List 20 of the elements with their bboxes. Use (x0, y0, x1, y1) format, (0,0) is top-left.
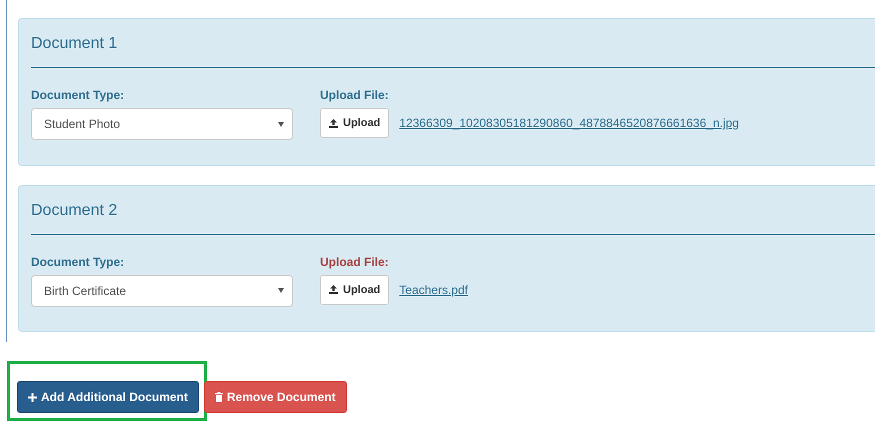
add-document-button[interactable]: Add Additional Document (17, 381, 199, 413)
upload-icon (329, 285, 338, 294)
field-label: Document Type: (31, 88, 126, 102)
file-link[interactable]: 12366309_10208305181290860_4878846520876661636_n.jpg (399, 116, 739, 130)
field-label: Upload File: (320, 88, 390, 102)
panel-title: Document 2 (31, 202, 875, 234)
upload-icon (329, 118, 338, 128)
remove-document-button[interactable]: Remove Document (204, 381, 347, 413)
caret-icon (278, 288, 284, 293)
upload-button[interactable]: Upload (320, 108, 390, 138)
document-type-select[interactable]: Birth Certificate (31, 274, 293, 306)
trash-icon (214, 392, 223, 402)
plus-icon (28, 392, 37, 402)
field-label: Upload File: (320, 254, 390, 268)
field-label: Document Type: (31, 254, 126, 268)
caret-icon (278, 122, 284, 126)
upload-button[interactable]: Upload (320, 274, 390, 304)
panel-title: Document 1 (31, 35, 875, 68)
file-link[interactable]: Teachers.pdf (399, 282, 468, 296)
document-type-select[interactable]: Student Photo (31, 108, 293, 140)
